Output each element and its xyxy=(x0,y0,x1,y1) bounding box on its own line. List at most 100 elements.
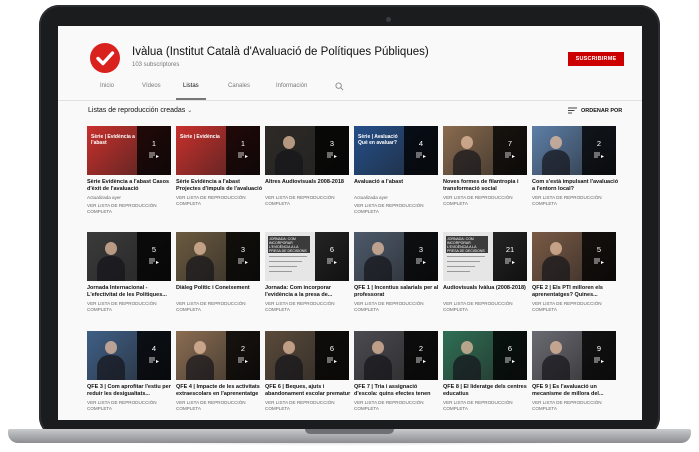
playlist-thumbnail[interactable]: 6 xyxy=(265,331,349,380)
tab-canales[interactable]: Canales xyxy=(228,83,250,89)
playlist-thumbnail[interactable]: 3 xyxy=(176,232,260,281)
playlist-updated: Actualizada ayer xyxy=(87,195,121,200)
playlist-card[interactable]: JORNADA: COM INCORPORAR L'EVIDÈNCIA A LA… xyxy=(265,232,349,327)
playlist-thumbnail[interactable]: Sèrie | Avaluació Què en avaluar? 4 xyxy=(354,126,438,175)
playlist-title[interactable]: QFE 8 | El lideratge dels centres educat… xyxy=(443,384,531,398)
playlist-card[interactable]: 2 QFE 7 | Tria i assignació d'escola: qui… xyxy=(354,331,438,420)
playlist-title[interactable]: QFE 4 | Impacte de les activitats extrae… xyxy=(176,384,264,398)
view-full-playlist-link[interactable]: VER LISTA DE REPRODUCCIÓN COMPLETA xyxy=(265,400,351,411)
playlist-count-overlay: 2 xyxy=(404,331,438,380)
playlist-title[interactable]: Sèrie Evidència a l'abast Projectes d'im… xyxy=(176,179,264,193)
playlist-thumbnail[interactable]: 3 xyxy=(354,232,438,281)
playlist-thumbnail[interactable]: 5 xyxy=(532,232,616,281)
playlist-card[interactable]: 3 Altres Audiovisuals 2008-2018 VER LISTA … xyxy=(265,126,349,221)
playlist-thumbnail[interactable]: 2 xyxy=(532,126,616,175)
playlist-title[interactable]: QFE 2 | Els PTI milloren els aprenentatg… xyxy=(532,285,620,299)
search-icon[interactable] xyxy=(335,82,344,91)
slide-line xyxy=(447,256,485,257)
channel-name: Ivàlua (Institut Català d'Avaluació de P… xyxy=(132,46,429,58)
playlist-thumbnail[interactable]: 3 xyxy=(265,126,349,175)
sort-button[interactable]: ORDENAR POR xyxy=(568,107,622,114)
tab-listas[interactable]: Listas xyxy=(183,83,199,89)
playlists-section: Listas de reproducción creadas ⌄ ORDENAR… xyxy=(58,101,642,420)
channel-avatar[interactable] xyxy=(90,43,120,73)
view-full-playlist-link[interactable]: VER LISTA DE REPRODUCCIÓN COMPLETA xyxy=(532,301,618,312)
playlist-card[interactable]: 7 Noves formes de filantropia i transform… xyxy=(443,126,527,221)
view-full-playlist-link[interactable]: VER LISTA DE REPRODUCCIÓN COMPLETA xyxy=(176,400,262,411)
playlist-card[interactable]: 2 QFE 4 | Impacte de les activitats extra… xyxy=(176,331,260,420)
playlist-icon xyxy=(505,152,515,158)
playlist-card[interactable]: 5 Jornada Internacional - L'efectivitat d… xyxy=(87,232,171,327)
playlist-card[interactable]: JORNADA: COM INCORPORAR L'EVIDÈNCIA A LA… xyxy=(443,232,527,327)
video-count: 4 xyxy=(151,344,157,353)
playlist-thumbnail[interactable]: 2 xyxy=(354,331,438,380)
speaker-body xyxy=(542,355,570,380)
playlist-thumbnail[interactable]: Sèrie | Evidència 1 xyxy=(176,126,260,175)
view-full-playlist-link[interactable]: VER LISTA DE REPRODUCCIÓN COMPLETA xyxy=(443,195,529,206)
view-full-playlist-link[interactable]: VER LISTA DE REPRODUCCIÓN COMPLETA xyxy=(265,301,351,312)
playlist-card[interactable]: 9 QFE 9 | És l'avaluació un mecanisme de … xyxy=(532,331,616,420)
playlist-icon xyxy=(505,357,515,363)
view-full-playlist-link[interactable]: VER LISTA DE REPRODUCCIÓN COMPLETA xyxy=(354,203,440,214)
playlists-filter-dropdown[interactable]: Listas de reproducción creadas ⌄ xyxy=(88,107,192,114)
playlist-card[interactable]: Sèrie | Avaluació Què en avaluar? 4 Avalua… xyxy=(354,126,438,221)
playlist-thumbnail[interactable]: JORNADA: COM INCORPORAR L'EVIDÈNCIA A LA… xyxy=(265,232,349,281)
playlist-title[interactable]: QFE 7 | Tria i assignació d'escola: quin… xyxy=(354,384,442,398)
speaker-figure xyxy=(550,341,562,354)
tab-informacion[interactable]: Información xyxy=(276,83,307,89)
playlist-title[interactable]: QFE 6 | Beques, ajuts i abandonament esc… xyxy=(265,384,353,398)
playlist-title[interactable]: Sèrie Evidència a l'abast Casos d'èxit d… xyxy=(87,179,175,193)
playlist-card[interactable]: 6 QFE 8 | El lideratge dels centres educa… xyxy=(443,331,527,420)
playlist-thumbnail[interactable]: 2 xyxy=(176,331,260,380)
view-full-playlist-link[interactable]: VER LISTA DE REPRODUCCIÓN COMPLETA xyxy=(87,203,173,214)
tab-inicio[interactable]: Inicio xyxy=(100,83,114,89)
video-count: 3 xyxy=(240,245,246,254)
playlist-card[interactable]: Sèrie | Evidència 1 Sèrie Evidència a l'ab… xyxy=(176,126,262,221)
view-full-playlist-link[interactable]: VER LISTA DE REPRODUCCIÓN COMPLETA xyxy=(354,301,440,312)
view-full-playlist-link[interactable]: VER LISTA DE REPRODUCCIÓN COMPLETA xyxy=(354,400,440,411)
view-full-playlist-link[interactable]: VER LISTA DE REPRODUCCIÓN COMPLETA xyxy=(176,195,262,206)
playlist-title[interactable]: QFE 1 | Incentius salarials per al profe… xyxy=(354,285,442,299)
playlist-thumbnail[interactable]: 6 xyxy=(443,331,527,380)
view-full-playlist-link[interactable]: VER LISTA DE REPRODUCCIÓN COMPLETA xyxy=(87,301,173,312)
playlist-count-overlay: 1 xyxy=(137,126,171,175)
speaker-body xyxy=(275,150,303,175)
view-full-playlist-link[interactable]: VER LISTA DE REPRODUCCIÓN COMPLETA xyxy=(176,301,262,312)
playlist-title[interactable]: Avaluació a l'abast xyxy=(354,179,442,186)
view-full-playlist-link[interactable]: VER LISTA DE REPRODUCCIÓN COMPLETA xyxy=(532,195,618,206)
playlist-thumbnail[interactable]: 4 xyxy=(87,331,171,380)
playlist-card[interactable]: 6 QFE 6 | Beques, ajuts i abandonament es… xyxy=(265,331,351,420)
laptop-notch xyxy=(305,429,394,434)
playlist-title[interactable]: QFE 9 | És l'avaluació un mecanisme de m… xyxy=(532,384,620,398)
tab-videos[interactable]: Vídeos xyxy=(142,83,161,89)
video-count: 1 xyxy=(240,139,246,148)
playlist-thumbnail[interactable]: 5 xyxy=(87,232,171,281)
playlist-card[interactable]: 3 QFE 1 | Incentius salarials per al prof… xyxy=(354,232,438,327)
playlist-card[interactable]: Sèrie | Evidència a l'abast 1 Sèrie Evidèn… xyxy=(87,126,171,221)
view-full-playlist-link[interactable]: VER LISTA DE REPRODUCCIÓN COMPLETA xyxy=(443,400,529,411)
view-full-playlist-link[interactable]: VER LISTA DE REPRODUCCIÓN COMPLETA xyxy=(443,301,529,312)
playlist-thumbnail[interactable]: JORNADA: COM INCORPORAR L'EVIDÈNCIA A LA… xyxy=(443,232,527,281)
playlist-title[interactable]: Noves formes de filantropia i transforma… xyxy=(443,179,531,193)
playlist-title[interactable]: QFE 3 | Com aprofitar l'estiu per reduir… xyxy=(87,384,175,398)
playlist-title[interactable]: Jornada: Com incorporar l'evidència a la… xyxy=(265,285,353,299)
screen: Ivàlua (Institut Català d'Avaluació de P… xyxy=(58,26,642,420)
playlist-icon xyxy=(149,258,159,264)
playlist-thumbnail[interactable]: 9 xyxy=(532,331,616,380)
playlist-thumbnail[interactable]: 7 xyxy=(443,126,527,175)
playlist-title[interactable]: Com s'està impulsant l'avaluació a l'ent… xyxy=(532,179,620,193)
subscribe-button[interactable]: SUSCRIBIRME xyxy=(568,52,624,66)
playlist-thumbnail[interactable]: Sèrie | Evidència a l'abast 1 xyxy=(87,126,171,175)
playlist-card[interactable]: 3 Diàleg Polític i Coneixement VER LISTA D… xyxy=(176,232,260,327)
view-full-playlist-link[interactable]: VER LISTA DE REPRODUCCIÓN COMPLETA xyxy=(87,400,173,411)
playlist-title[interactable]: Audiovisuals Ivàlua (2008-2018) xyxy=(443,285,531,292)
playlist-title[interactable]: Jornada Internacional - L'efectivitat de… xyxy=(87,285,175,299)
view-full-playlist-link[interactable]: VER LISTA DE REPRODUCCIÓN COMPLETA xyxy=(532,400,618,411)
playlist-title[interactable]: Altres Audiovisuals 2008-2018 xyxy=(265,179,353,186)
slide-line xyxy=(269,261,302,262)
playlist-card[interactable]: 5 QFE 2 | Els PTI milloren els aprenentat… xyxy=(532,232,616,327)
view-full-playlist-link[interactable]: VER LISTA DE REPRODUCCIÓN COMPLETA xyxy=(265,195,351,206)
playlist-card[interactable]: 4 QFE 3 | Com aprofitar l'estiu per redui… xyxy=(87,331,171,420)
playlist-card[interactable]: 2 Com s'està impulsant l'avaluació a l'en… xyxy=(532,126,618,221)
playlist-title[interactable]: Diàleg Polític i Coneixement xyxy=(176,285,264,292)
